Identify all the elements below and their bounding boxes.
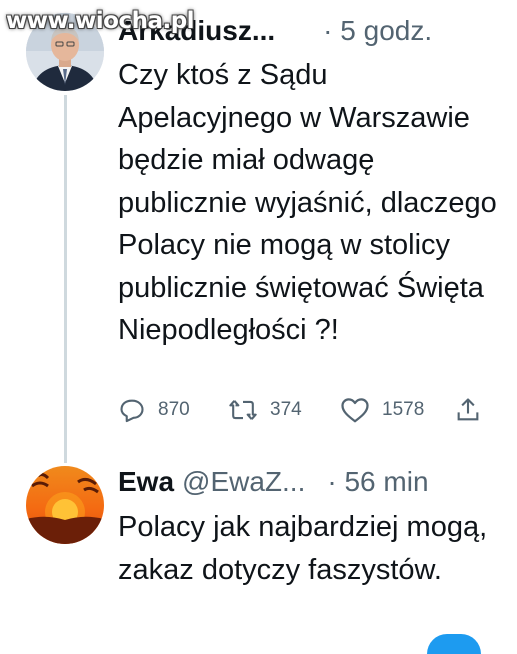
like-count: 1578 <box>382 399 425 420</box>
tweet-header: Ewa @EwaZ... · 56 min <box>118 462 429 502</box>
reply-button[interactable]: 870 <box>118 392 190 428</box>
author-handle[interactable]: @EwaZ... <box>182 466 305 498</box>
timestamp[interactable]: · 56 min <box>327 466 428 498</box>
tweet-text: Czy ktoś z Sądu Apelacyjnego w Warszawie… <box>118 59 497 346</box>
watermark: www.wiocha.pl <box>6 8 195 34</box>
tweet-actions: 870 374 1578 <box>118 392 488 428</box>
share-icon <box>457 398 479 421</box>
avatar[interactable] <box>26 466 104 544</box>
reply-icon <box>120 399 144 423</box>
heart-icon <box>341 398 369 423</box>
reply-count: 870 <box>158 399 190 420</box>
author-name[interactable]: Ewa <box>118 466 174 498</box>
retweet-icon <box>229 400 257 420</box>
compose-button[interactable] <box>427 634 481 654</box>
share-button[interactable] <box>454 392 494 428</box>
tweet-text: Polacy jak najbardziej mogą, zakaz dotyc… <box>118 511 488 586</box>
thread-connector-line <box>64 95 67 463</box>
avatar-photo <box>26 466 104 544</box>
timestamp[interactable]: · 5 godz. <box>323 15 432 47</box>
retweet-count: 374 <box>270 399 302 420</box>
retweet-button[interactable]: 374 <box>228 392 302 428</box>
like-button[interactable]: 1578 <box>340 392 424 428</box>
